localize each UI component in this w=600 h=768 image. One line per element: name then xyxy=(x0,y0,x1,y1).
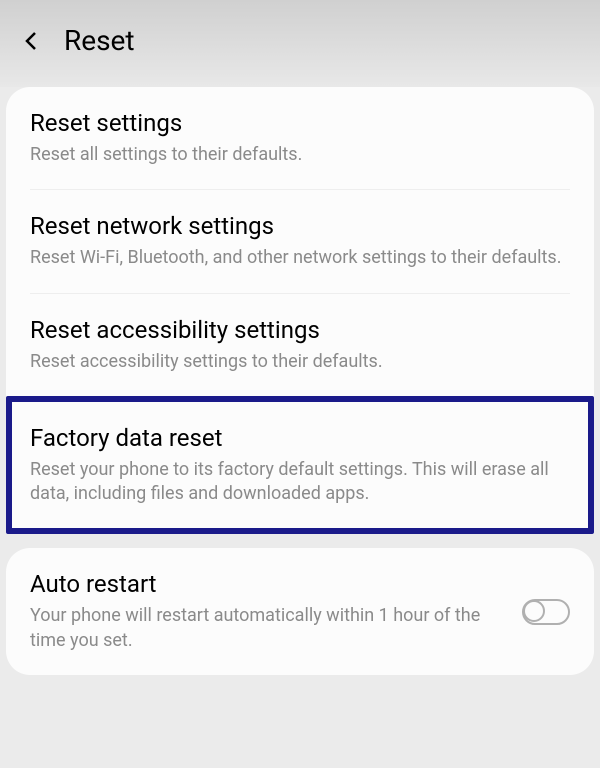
item-title: Auto restart xyxy=(30,570,506,598)
header: Reset xyxy=(0,0,600,87)
reset-options-card: Reset settings Reset all settings to the… xyxy=(6,87,594,534)
reset-network-item[interactable]: Reset network settings Reset Wi-Fi, Blue… xyxy=(6,190,594,292)
reset-settings-item[interactable]: Reset settings Reset all settings to the… xyxy=(6,87,594,189)
auto-restart-card: Auto restart Your phone will restart aut… xyxy=(6,548,594,675)
auto-restart-toggle[interactable] xyxy=(522,599,570,625)
item-title: Reset settings xyxy=(30,109,570,137)
item-desc: Reset accessibility settings to their de… xyxy=(30,350,570,374)
reset-accessibility-item[interactable]: Reset accessibility settings Reset acces… xyxy=(6,294,594,396)
item-desc: Reset all settings to their defaults. xyxy=(30,143,570,167)
item-title: Reset accessibility settings xyxy=(30,316,570,344)
item-desc: Your phone will restart automatically wi… xyxy=(30,604,506,653)
page-title: Reset xyxy=(64,24,135,57)
back-icon[interactable] xyxy=(20,29,44,53)
toggle-knob-icon xyxy=(523,600,545,622)
toggle-text: Auto restart Your phone will restart aut… xyxy=(30,570,522,653)
item-desc: Reset your phone to its factory default … xyxy=(30,458,570,507)
item-desc: Reset Wi-Fi, Bluetooth, and other networ… xyxy=(30,246,570,270)
factory-data-reset-item[interactable]: Factory data reset Reset your phone to i… xyxy=(12,402,588,529)
item-title: Factory data reset xyxy=(30,424,570,452)
factory-reset-highlight: Factory data reset Reset your phone to i… xyxy=(6,396,594,535)
item-title: Reset network settings xyxy=(30,212,570,240)
auto-restart-item[interactable]: Auto restart Your phone will restart aut… xyxy=(6,548,594,675)
